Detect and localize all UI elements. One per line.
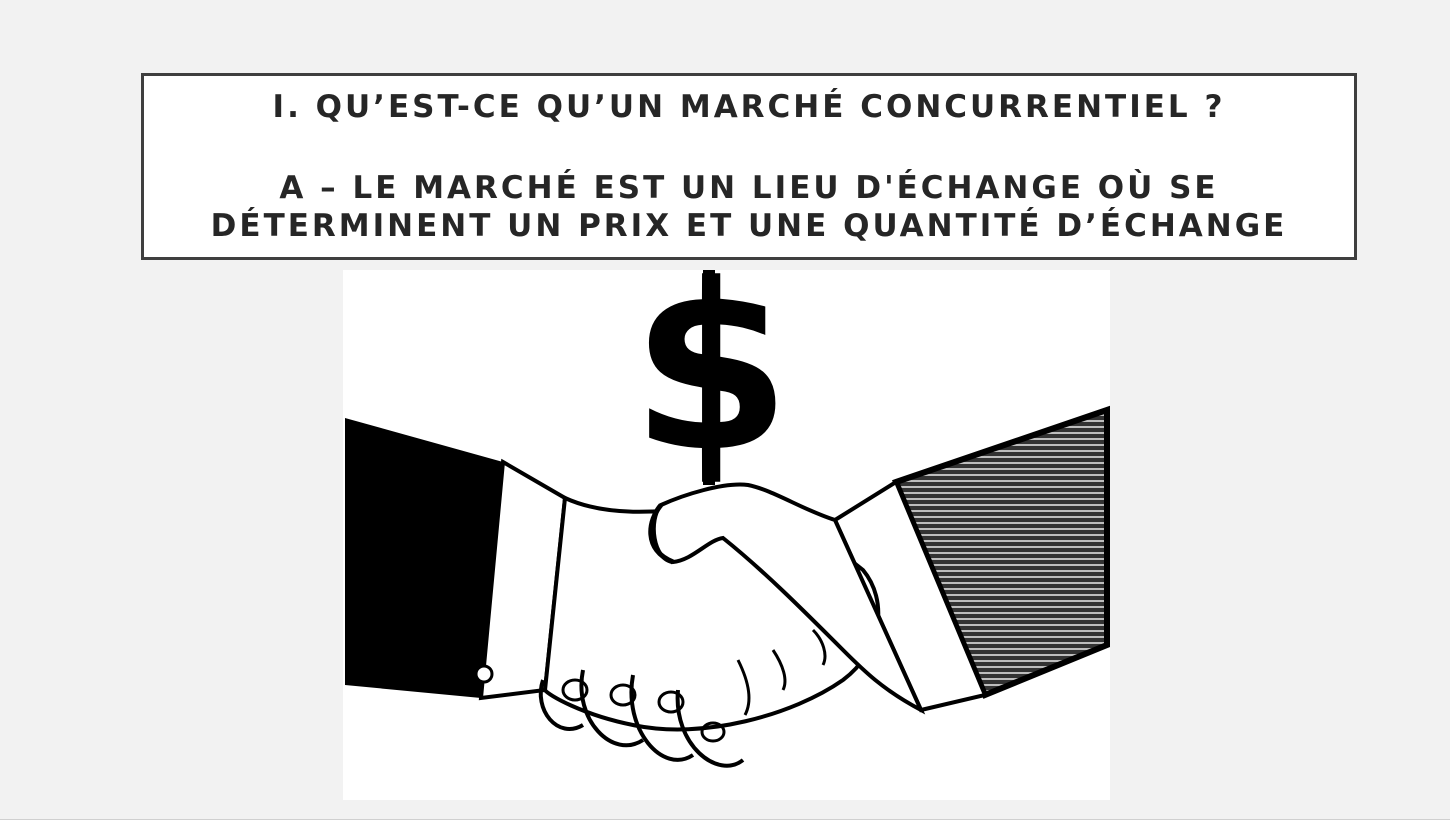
slide-subtitle-line-1: A – LE MARCHÉ EST UN LIEU D'ÉCHANGE OÙ S… [279, 170, 1219, 206]
title-box: I. QU’EST-CE QU’UN MARCHÉ CONCURRENTIEL … [141, 73, 1357, 260]
slide: I. QU’EST-CE QU’UN MARCHÉ CONCURRENTIEL … [0, 0, 1450, 820]
dollar-sign: $ [631, 270, 791, 503]
handshake-illustration: $ [343, 270, 1110, 800]
cufflink [474, 664, 494, 684]
slide-subtitle-line-2: DÉTERMINENT UN PRIX ET UNE QUANTITÉ D’ÉC… [210, 208, 1288, 244]
slide-title: I. QU’EST-CE QU’UN MARCHÉ CONCURRENTIEL … [272, 89, 1226, 125]
handshake-dollar-icon: $ [345, 270, 1110, 768]
left-sleeve [345, 418, 503, 698]
